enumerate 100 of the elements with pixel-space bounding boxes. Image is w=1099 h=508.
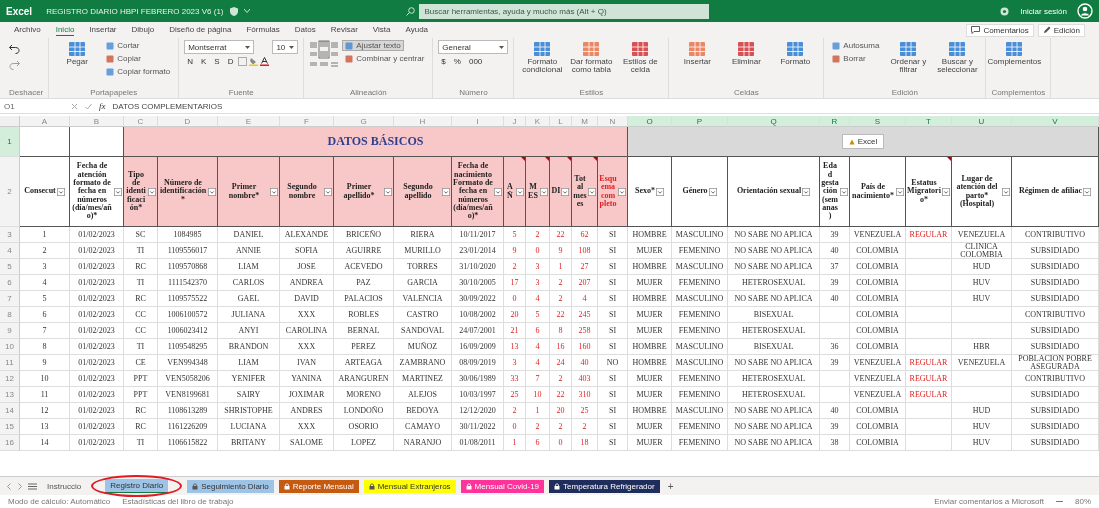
filter-dropdown-icon[interactable] (1002, 187, 1010, 196)
filter-dropdown-icon[interactable] (208, 187, 216, 196)
ribbon-button[interactable]: Ordenar y filtrar (885, 40, 932, 76)
redo-icon[interactable] (9, 60, 20, 70)
column-header[interactable]: B (70, 116, 124, 127)
ribbon-tab[interactable]: Revisar (330, 24, 358, 36)
ribbon-button[interactable]: Pegar (54, 40, 101, 68)
ribbon-button[interactable]: Buscar y seleccionar (934, 40, 981, 76)
filter-dropdown-icon[interactable] (516, 187, 524, 196)
row-header[interactable]: 11 (0, 355, 20, 371)
ribbon-button[interactable]: Copiar (103, 53, 144, 64)
column-header[interactable]: J (504, 116, 526, 127)
sheet-tab[interactable]: Mensual Extranjeros (363, 479, 456, 493)
column-header[interactable]: H (394, 116, 452, 127)
filter-dropdown-icon[interactable] (618, 187, 626, 196)
filter-dropdown-icon[interactable] (588, 187, 596, 196)
row-header[interactable]: 3 (0, 227, 20, 243)
comments-button[interactable]: Comentarios (966, 23, 1034, 37)
ribbon-button[interactable]: Copiar formato (103, 66, 174, 77)
column-header[interactable]: R (820, 116, 850, 127)
next-sheet-icon[interactable] (17, 482, 23, 490)
editing-button[interactable]: Edición (1037, 23, 1085, 37)
row-header[interactable]: 16 (0, 435, 20, 451)
filter-dropdown-icon[interactable] (384, 187, 392, 196)
sheet-tab[interactable]: Registro Diario (105, 479, 169, 493)
row-header[interactable]: 15 (0, 419, 20, 435)
column-header[interactable]: C (124, 116, 158, 127)
ribbon-tab[interactable]: Datos (294, 24, 316, 36)
column-header[interactable]: K (526, 116, 550, 127)
sheet-tab[interactable]: Reporte Mensual (278, 479, 359, 493)
sheet-tab[interactable]: Seguimiento Diario (187, 479, 274, 493)
ribbon-tab[interactable]: Vista (372, 24, 391, 36)
settings-icon[interactable] (999, 5, 1011, 17)
sheet-tab[interactable]: Mensual Covid-19 (460, 479, 545, 493)
filter-dropdown-icon[interactable] (442, 187, 450, 196)
ribbon-button[interactable]: Eliminar (723, 40, 770, 68)
column-header[interactable]: D (158, 116, 218, 127)
filter-dropdown-icon[interactable] (896, 187, 904, 196)
avatar-icon[interactable] (1077, 3, 1093, 19)
column-header[interactable]: N (598, 116, 628, 127)
ribbon-tab[interactable]: Insertar (89, 24, 117, 36)
ribbon-button[interactable]: Formato (772, 40, 819, 68)
sheet-tab[interactable]: Temperatura Refrigerador (549, 479, 660, 493)
format-button[interactable]: $ (438, 56, 449, 67)
filter-dropdown-icon[interactable] (324, 187, 332, 196)
column-header[interactable]: O (628, 116, 672, 127)
row-header[interactable]: 12 (0, 371, 20, 387)
filter-dropdown-icon[interactable] (561, 187, 570, 196)
row-header[interactable]: 14 (0, 403, 20, 419)
format-button[interactable]: S (211, 56, 223, 67)
ribbon-tab[interactable]: Dibujo (131, 24, 155, 36)
format-button[interactable]: 000 (465, 56, 486, 67)
menu-icon[interactable] (28, 482, 37, 490)
ribbon-button[interactable]: Dar formato como tabla (568, 40, 615, 76)
column-header[interactable]: T (906, 116, 952, 127)
format-button[interactable]: D (224, 56, 237, 67)
column-header[interactable]: A (20, 116, 70, 127)
check-icon[interactable] (85, 102, 92, 110)
zoom-level[interactable]: 80% (1075, 497, 1091, 506)
ribbon-button[interactable]: Borrar (829, 53, 869, 64)
ribbon-button[interactable]: Estilos de celda (617, 40, 664, 76)
ribbon-button[interactable]: Cortar (103, 40, 143, 51)
formula-field[interactable]: DATOS COMPLEMENTARIOS (112, 101, 223, 111)
fill-color-icon[interactable] (249, 57, 259, 66)
sheet-tab[interactable]: Instruccio (42, 479, 87, 493)
row-header[interactable]: 6 (0, 275, 20, 291)
filter-dropdown-icon[interactable] (148, 187, 156, 196)
ribbon-tab[interactable]: Fórmulas (246, 24, 280, 36)
filter-dropdown-icon[interactable] (540, 187, 548, 196)
ribbon-button[interactable]: Autosuma (829, 40, 883, 51)
column-header[interactable]: U (952, 116, 1012, 127)
filter-dropdown-icon[interactable] (802, 187, 811, 196)
ribbon-button[interactable]: Ajustar texto (342, 40, 404, 51)
shield-icon[interactable] (229, 6, 238, 16)
column-header[interactable]: Q (728, 116, 820, 127)
filter-dropdown-icon[interactable] (56, 187, 65, 196)
column-header[interactable]: L (550, 116, 572, 127)
column-header[interactable]: F (280, 116, 334, 127)
filter-dropdown-icon[interactable] (840, 187, 848, 196)
row-header[interactable]: 1 (0, 127, 20, 157)
borders-icon[interactable] (238, 57, 248, 66)
feedback-link[interactable]: Enviar comentarios a Microsoft (934, 497, 1044, 506)
caret-icon[interactable] (243, 9, 250, 13)
column-header[interactable]: E (218, 116, 280, 127)
column-header[interactable]: P (672, 116, 728, 127)
row-header[interactable]: 4 (0, 243, 20, 259)
ribbon-tab[interactable]: Archivo (14, 24, 41, 36)
font-color-icon[interactable] (260, 57, 270, 66)
row-header[interactable]: 7 (0, 291, 20, 307)
filter-dropdown-icon[interactable] (114, 187, 122, 196)
undo-icon[interactable] (9, 44, 20, 54)
dropdown-field[interactable]: Montserrat (184, 40, 255, 54)
search-field[interactable]: Buscar herramientas, ayuda y mucho más (Alt + Q) (418, 3, 709, 19)
filter-dropdown-icon[interactable] (494, 187, 502, 196)
previous-sheet-icon[interactable] (6, 482, 12, 490)
column-header[interactable]: V (1012, 116, 1099, 127)
row-header[interactable]: 10 (0, 339, 20, 355)
ribbon-button[interactable]: Combinar y centrar (342, 53, 428, 64)
column-header[interactable]: I (452, 116, 504, 127)
alignment-icons[interactable] (309, 40, 340, 70)
